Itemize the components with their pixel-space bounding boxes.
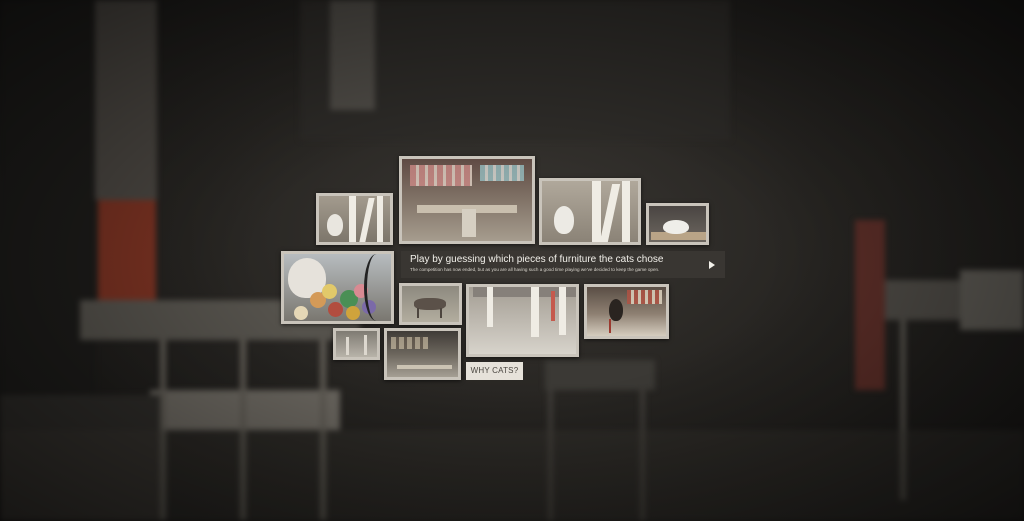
thumbnail-showroom-lamps[interactable] [399, 156, 535, 244]
thumbnail-floor-small[interactable] [333, 328, 380, 360]
thumbnail-cat-jumping[interactable] [584, 284, 669, 339]
info-title: Play by guessing which pieces of furnitu… [410, 254, 664, 265]
info-subtitle: The competition has now ended, but as yo… [410, 267, 660, 272]
thumbnail-cat-poles-2[interactable] [539, 178, 641, 245]
thumbnail-table-legs[interactable] [466, 284, 579, 357]
thumbnail-cat-poles-1[interactable] [316, 193, 393, 245]
thumbnail-cat-on-table[interactable] [646, 203, 709, 245]
play-icon[interactable] [709, 261, 715, 269]
why-cats-button[interactable]: WHY CATS? [466, 362, 523, 380]
game-info-bar[interactable]: Play by guessing which pieces of furnitu… [401, 251, 725, 278]
thumbnail-cat-ball-pit[interactable] [281, 251, 394, 324]
thumbnail-cat-walking[interactable] [399, 283, 462, 325]
thumbnail-store-aisle[interactable] [384, 328, 461, 380]
